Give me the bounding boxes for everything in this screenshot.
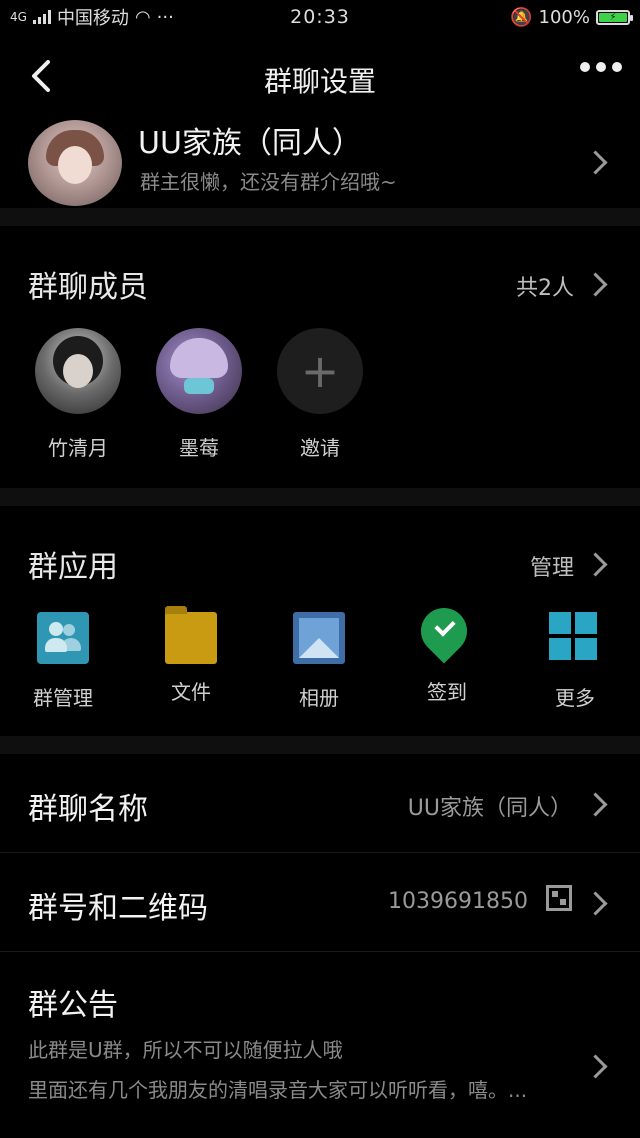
group-description: 群主很懒，还没有群介绍哦~ xyxy=(140,170,397,194)
app-album[interactable]: 相册 xyxy=(264,612,374,711)
member-name: 竹清月 xyxy=(48,436,108,460)
members-count: 共2人 xyxy=(516,276,574,301)
member-item[interactable]: 竹清月 xyxy=(28,328,128,461)
app-checkin[interactable]: 签到 xyxy=(392,598,502,705)
apps-title: 群应用 xyxy=(28,550,118,585)
app-files[interactable]: 文件 xyxy=(136,606,246,705)
app-more[interactable]: 更多 xyxy=(520,612,630,711)
carrier-name: 中国移动 xyxy=(56,8,129,29)
section-divider xyxy=(0,208,640,226)
album-icon xyxy=(293,612,345,664)
battery-percent: 100% xyxy=(538,6,590,28)
more-dot-icon xyxy=(596,62,606,72)
section-divider xyxy=(0,488,640,506)
section-divider xyxy=(0,736,640,754)
app-group-manage[interactable]: 群管理 xyxy=(8,612,118,711)
app-label: 更多 xyxy=(555,686,595,710)
invite-label: 邀请 xyxy=(300,436,340,460)
announcement-title: 群公告 xyxy=(28,988,118,1023)
group-settings-page: 4G 中国移动 ◠ ··· 20:33 🔕 100% ⚡ 群聊设置 UU家族（同… xyxy=(0,0,640,1138)
chevron-right-icon xyxy=(583,150,608,175)
group-manage-icon xyxy=(37,612,89,664)
app-label: 签到 xyxy=(427,680,467,704)
members-title: 群聊成员 xyxy=(28,270,148,305)
status-left: 4G 中国移动 ◠ ··· xyxy=(10,4,174,30)
network-type: 4G xyxy=(10,10,27,24)
more-options-button[interactable] xyxy=(580,62,622,72)
group-id-row[interactable]: 群号和二维码 1039691850 xyxy=(0,853,640,952)
more-grid-icon xyxy=(549,612,601,664)
mute-bell-icon: 🔕 xyxy=(510,6,533,28)
wifi-icon: ◠ xyxy=(134,6,151,28)
group-name-row[interactable]: 群聊名称 UU家族（同人） xyxy=(0,754,640,853)
qr-code-icon xyxy=(546,885,572,911)
member-name: 墨莓 xyxy=(179,436,219,460)
chevron-right-icon xyxy=(583,272,608,297)
battery-icon: ⚡ xyxy=(596,9,633,25)
group-id-label: 群号和二维码 xyxy=(28,891,208,926)
chevron-right-icon xyxy=(583,1054,608,1079)
group-profile-row[interactable]: UU家族（同人） 群主很懒，还没有群介绍哦~ xyxy=(0,110,640,208)
chevron-right-icon xyxy=(583,891,608,916)
app-label: 群管理 xyxy=(33,686,93,710)
group-avatar xyxy=(28,120,122,206)
group-name: UU家族（同人） xyxy=(138,126,362,161)
signal-icon xyxy=(32,10,51,24)
status-more: ··· xyxy=(156,6,174,28)
status-right: 🔕 100% ⚡ xyxy=(510,6,633,28)
group-id-value: 1039691850 xyxy=(388,889,528,914)
announcement-text: 此群是U群，所以不可以随便拉人哦 里面还有几个我朋友的清唱录音大家可以听听看，嘻… xyxy=(28,1038,528,1102)
member-item[interactable]: 墨莓 xyxy=(149,328,249,461)
more-dot-icon xyxy=(612,62,622,72)
nav-bar: 群聊设置 xyxy=(0,34,640,120)
member-avatar xyxy=(35,328,121,414)
app-label: 文件 xyxy=(171,680,211,704)
checkin-icon xyxy=(411,598,477,664)
page-title: 群聊设置 xyxy=(263,65,376,98)
folder-icon xyxy=(165,606,217,664)
status-bar: 4G 中国移动 ◠ ··· 20:33 🔕 100% ⚡ xyxy=(0,0,640,34)
invite-button[interactable]: + 邀请 xyxy=(270,328,370,461)
member-avatar xyxy=(156,328,242,414)
chevron-right-icon xyxy=(583,792,608,817)
more-dot-icon xyxy=(580,62,590,72)
chevron-right-icon xyxy=(583,552,608,577)
add-member-icon: + xyxy=(277,328,363,414)
group-name-label: 群聊名称 xyxy=(28,792,148,827)
app-label: 相册 xyxy=(299,686,339,710)
group-name-value: UU家族（同人） xyxy=(407,796,572,821)
apps-manage-label: 管理 xyxy=(529,556,574,581)
